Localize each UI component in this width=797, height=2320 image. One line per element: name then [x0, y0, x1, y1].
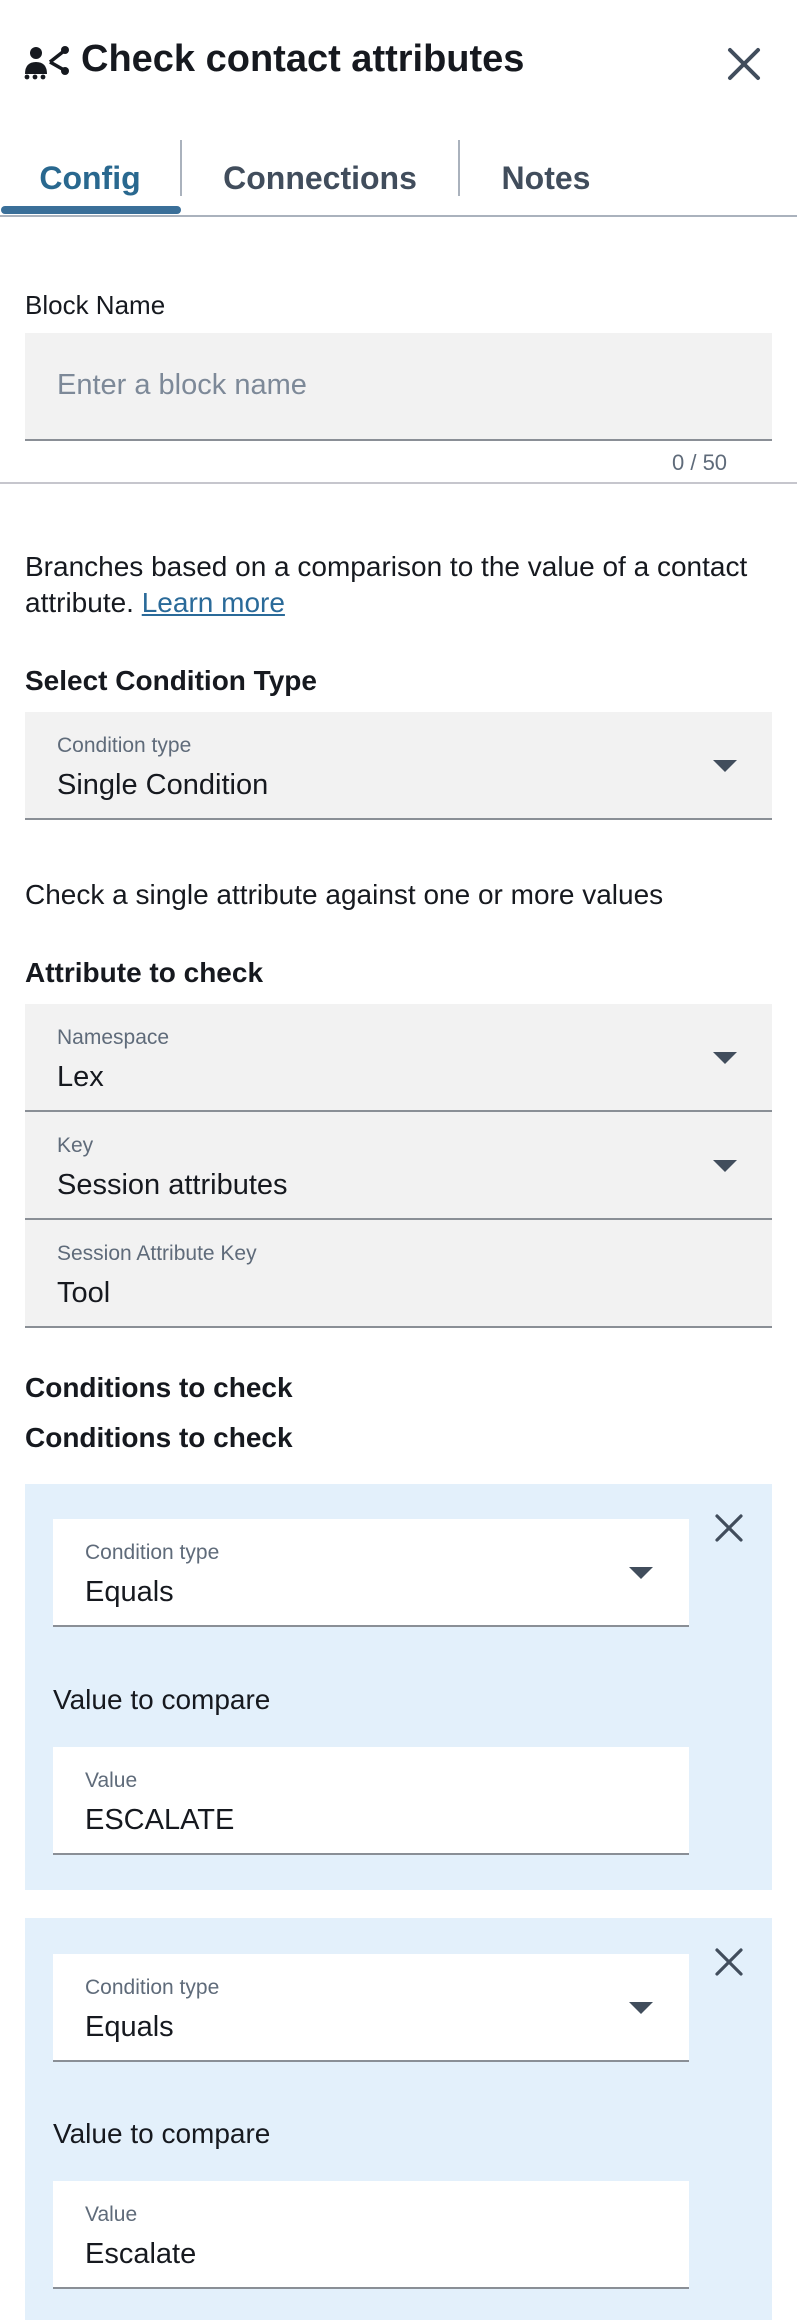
attribute-to-check-heading: Attribute to check [25, 957, 264, 988]
condition-operator-label: Condition type [85, 1541, 220, 1564]
block-description: Branches based on a comparison to the va… [25, 549, 775, 621]
single-condition-help: Check a single attribute against one or … [25, 879, 664, 910]
compare-value-label: Value [85, 2203, 138, 2226]
condition-operator-label: Condition type [85, 1976, 220, 1999]
learn-more-link[interactable]: Learn more [142, 587, 285, 618]
block-name-placeholder: Enter a block name [57, 369, 307, 401]
remove-condition-icon[interactable] [713, 1512, 745, 1544]
condition-operator-value: Equals [85, 1576, 174, 1608]
conditions-to-check-heading: Conditions to check [25, 1372, 293, 1403]
compare-value-label: Value [85, 1769, 138, 1792]
value-to-compare-label: Value to compare [53, 2118, 271, 2149]
chevron-down-icon [713, 760, 737, 772]
session-attribute-key-input[interactable]: Session Attribute Key Tool [25, 1220, 772, 1328]
compare-value: Escalate [85, 2238, 197, 2270]
chevron-down-icon [629, 2002, 653, 2014]
condition-type-select[interactable]: Condition type Single Condition [25, 712, 772, 820]
close-icon[interactable] [722, 42, 766, 86]
section-divider [0, 482, 797, 484]
session-attribute-key-label: Session Attribute Key [57, 1242, 257, 1265]
active-tab-indicator [1, 206, 181, 214]
namespace-value: Lex [57, 1061, 104, 1093]
condition-type-label: Condition type [57, 734, 192, 757]
tab-connections[interactable]: Connections [182, 138, 458, 218]
compare-value-input[interactable]: Value ESCALATE [53, 1747, 689, 1855]
tab-notes[interactable]: Notes [460, 138, 632, 218]
select-condition-type-heading: Select Condition Type [25, 665, 317, 696]
block-name-input[interactable]: Enter a block name [25, 333, 772, 441]
condition-operator-select[interactable]: Condition type Equals [53, 1519, 689, 1627]
value-to-compare-label: Value to compare [53, 1684, 271, 1715]
conditions-to-check-subheading: Conditions to check [25, 1422, 293, 1453]
condition-type-value: Single Condition [57, 769, 269, 801]
condition-operator-value: Equals [85, 2011, 174, 2043]
chevron-down-icon [629, 1567, 653, 1579]
key-value: Session attributes [57, 1169, 288, 1201]
namespace-select[interactable]: Namespace Lex [25, 1004, 772, 1112]
condition-card: Condition type Equals Value to compare V… [25, 1484, 772, 1890]
block-name-label: Block Name [25, 290, 166, 320]
chevron-down-icon [713, 1160, 737, 1172]
description-text: Branches based on a comparison to the va… [25, 551, 748, 618]
flow-block-icon [24, 46, 69, 80]
session-attribute-key-value: Tool [57, 1277, 111, 1309]
compare-value-input[interactable]: Value Escalate [53, 2181, 689, 2289]
remove-condition-icon[interactable] [713, 1946, 745, 1978]
condition-operator-select[interactable]: Condition type Equals [53, 1954, 689, 2062]
tab-bar-border [0, 215, 797, 217]
key-select[interactable]: Key Session attributes [25, 1112, 772, 1220]
compare-value: ESCALATE [85, 1804, 235, 1836]
condition-card: Condition type Equals Value to compare V… [25, 1918, 772, 2320]
panel-title: Check contact attributes [81, 38, 525, 80]
character-counter: 0 / 50 [672, 450, 728, 475]
key-label: Key [57, 1134, 94, 1157]
chevron-down-icon [713, 1052, 737, 1064]
namespace-label: Namespace [57, 1026, 170, 1049]
